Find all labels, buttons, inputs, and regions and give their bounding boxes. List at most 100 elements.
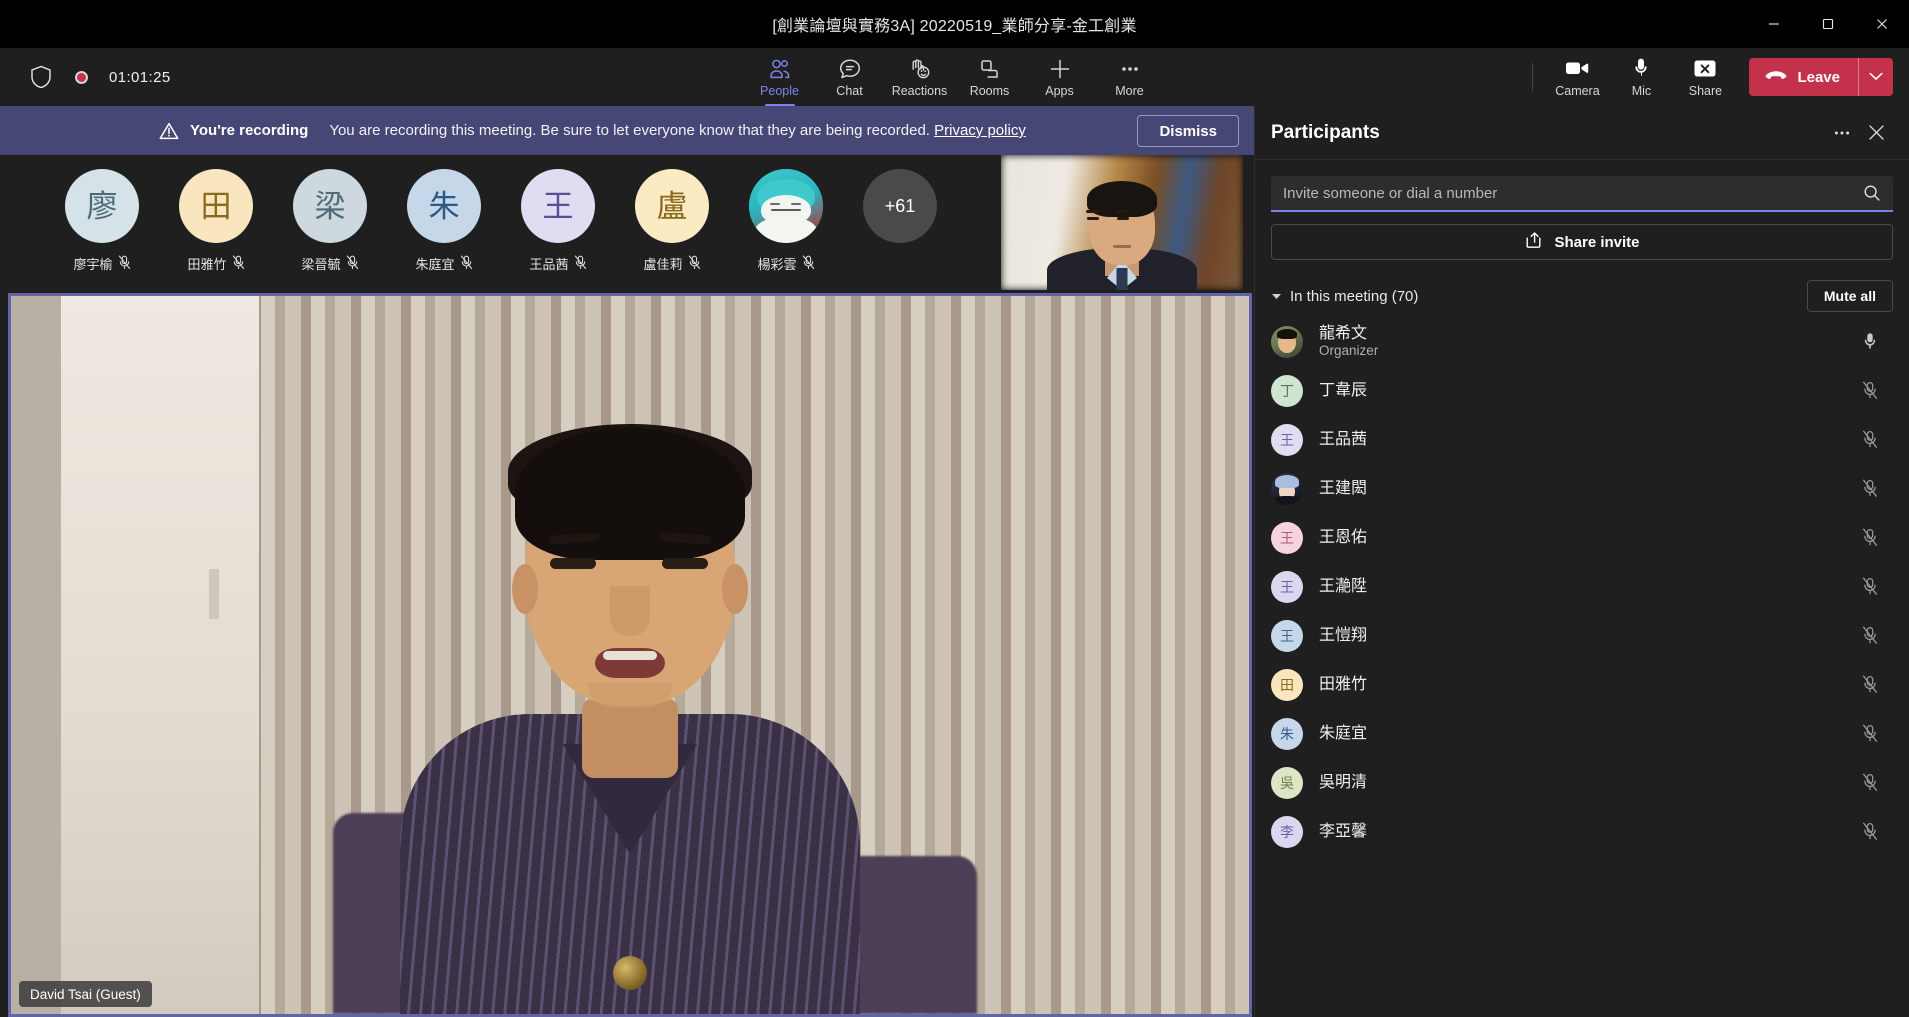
participant-name-block: 王愷翔: [1319, 626, 1859, 645]
roster-overflow[interactable]: +61: [863, 169, 937, 243]
participant-row[interactable]: 龍希文 Organizer: [1271, 317, 1893, 366]
participant-name: 王建閎: [1319, 480, 1368, 497]
in-this-meeting-section[interactable]: In this meeting (70) Mute all: [1271, 279, 1893, 313]
participant-name-block: 吳明清: [1319, 773, 1859, 792]
mic-muted-icon: [574, 255, 587, 273]
avatar-photo: [1271, 325, 1303, 358]
leave-button[interactable]: Leave: [1749, 58, 1858, 96]
mic-muted-icon: [346, 255, 359, 273]
participant-name: 王愷翔: [1319, 627, 1368, 644]
share-button[interactable]: Share: [1673, 48, 1737, 106]
share-invite-button[interactable]: Share invite: [1271, 224, 1893, 260]
avatar-initial: 王: [1280, 627, 1294, 644]
hangup-icon: [1765, 69, 1787, 86]
secondary-video-tile[interactable]: [1001, 155, 1243, 290]
avatar: 王: [1271, 619, 1303, 652]
rooms-icon: [978, 57, 1002, 81]
mic-muted-icon[interactable]: [1859, 381, 1881, 400]
participant-row[interactable]: 朱 朱庭宜: [1271, 709, 1893, 758]
dismiss-button[interactable]: Dismiss: [1137, 115, 1239, 147]
share-invite-label: Share invite: [1554, 233, 1640, 251]
active-speaker-stage[interactable]: David Tsai (Guest): [8, 293, 1252, 1017]
mic-muted-icon[interactable]: [1859, 430, 1881, 449]
participants-panel-header: Participants: [1255, 106, 1909, 160]
roster-strip-item[interactable]: 楊彩雲: [749, 169, 823, 273]
record-dot-icon: [72, 67, 91, 87]
mic-label: Mic: [1631, 84, 1652, 98]
participant-name: 吳明清: [1319, 774, 1368, 791]
toolbar-label-reactions: Reactions: [891, 83, 948, 98]
mic-muted-icon: [802, 255, 815, 273]
participant-row[interactable]: 田 田雅竹: [1271, 660, 1893, 709]
close-icon[interactable]: [1859, 116, 1893, 150]
avatar-initial: 丁: [1280, 382, 1294, 399]
participant-row[interactable]: 吳 吳明清: [1271, 758, 1893, 807]
avatar: 廖: [65, 169, 139, 243]
participant-name: 田雅竹: [187, 257, 227, 272]
participant-row[interactable]: 王 王品茜: [1271, 415, 1893, 464]
reactions-icon: [908, 57, 932, 81]
camera-button[interactable]: Camera: [1545, 48, 1609, 106]
toolbar-item-more[interactable]: More: [1095, 48, 1165, 106]
more-ellipsis-icon[interactable]: [1825, 116, 1859, 150]
toolbar-item-people[interactable]: People: [745, 48, 815, 106]
close-icon[interactable]: [1855, 0, 1909, 48]
participant-row[interactable]: 丁 丁韋辰: [1271, 366, 1893, 415]
participant-row[interactable]: 李 李亞馨: [1271, 807, 1893, 856]
mic-on-icon[interactable]: [1859, 332, 1881, 351]
roster-strip-item[interactable]: 王 王品茜: [521, 169, 595, 273]
mic-muted-icon: [460, 255, 473, 273]
maximize-icon[interactable]: [1801, 0, 1855, 48]
speaker-ear-right: [722, 564, 748, 614]
participant-row[interactable]: 王 王恩佑: [1271, 513, 1893, 562]
avatar-initial: 田: [200, 188, 232, 224]
roster-strip-item[interactable]: 梁 梁晉毓: [293, 169, 367, 273]
roster-strip-item[interactable]: 朱 朱庭宜: [407, 169, 481, 273]
leave-label: Leave: [1797, 68, 1840, 86]
person-brow-right: [1116, 210, 1130, 213]
participant-name: 朱庭宜: [415, 257, 455, 272]
participant-name: 梁晉毓: [301, 257, 341, 272]
avatar-initial: 梁: [314, 188, 346, 224]
section-label: In this meeting (70): [1290, 287, 1419, 305]
toolbar-item-apps[interactable]: Apps: [1025, 48, 1095, 106]
avatar: 王: [521, 169, 595, 243]
participant-name: 王恩佑: [1319, 529, 1368, 546]
roster-strip-item[interactable]: 盧 盧佳莉: [635, 169, 709, 273]
elapsed-time: 01:01:25: [109, 68, 171, 86]
mic-button[interactable]: Mic: [1609, 48, 1673, 106]
roster-strip-item[interactable]: 廖 廖宇榆: [65, 169, 139, 273]
mic-muted-icon[interactable]: [1859, 724, 1881, 743]
search-input[interactable]: [1283, 184, 1863, 202]
participant-name-block: 朱庭宜: [1319, 724, 1859, 743]
participant-name-block: 王品茜: [1319, 430, 1859, 449]
panel-title: Participants: [1271, 121, 1380, 143]
mic-muted-icon[interactable]: [1859, 675, 1881, 694]
mic-muted-icon[interactable]: [1859, 822, 1881, 841]
mic-muted-icon[interactable]: [1859, 626, 1881, 645]
toolbar-left-group: 01:01:25: [0, 64, 171, 90]
mute-all-button[interactable]: Mute all: [1806, 280, 1893, 312]
participant-row[interactable]: 王建閎: [1271, 464, 1893, 513]
microphone-icon: [1631, 56, 1651, 80]
toolbar-item-chat[interactable]: Chat: [815, 48, 885, 106]
camera-label: Camera: [1555, 84, 1600, 98]
participant-row[interactable]: 王 王濪陞: [1271, 562, 1893, 611]
leave-dropdown-button[interactable]: [1859, 58, 1893, 96]
participant-name: 王品茜: [529, 257, 569, 272]
mic-muted-icon[interactable]: [1859, 528, 1881, 547]
toolbar-item-rooms[interactable]: Rooms: [955, 48, 1025, 106]
leave-control-group: Leave: [1749, 58, 1893, 96]
participants-panel-body: Share invite In this meeting (70) Mute a…: [1255, 160, 1909, 856]
roster-strip-item[interactable]: 田 田雅竹: [179, 169, 253, 273]
privacy-policy-link[interactable]: Privacy policy: [934, 122, 1026, 139]
mic-muted-icon[interactable]: [1859, 577, 1881, 596]
mic-muted-icon[interactable]: [1859, 773, 1881, 792]
invite-search-box[interactable]: [1271, 176, 1893, 212]
toolbar-item-reactions[interactable]: Reactions: [885, 48, 955, 106]
minimize-icon[interactable]: [1747, 0, 1801, 48]
participant-name: 楊彩雲: [757, 257, 797, 272]
participant-name: 龍希文: [1319, 325, 1368, 342]
mic-muted-icon[interactable]: [1859, 479, 1881, 498]
participant-row[interactable]: 王 王愷翔: [1271, 611, 1893, 660]
